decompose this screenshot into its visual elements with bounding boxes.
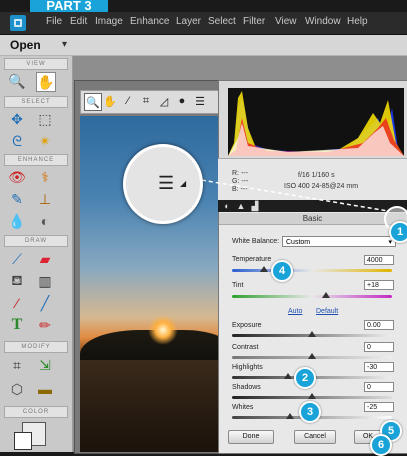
toolbox-section-draw: DRAW (4, 235, 68, 247)
color-picker-icon[interactable]: ⁄ (8, 294, 26, 312)
preferences-icon[interactable]: ☰ (192, 93, 208, 109)
white-balance-select[interactable]: Custom ▾ (282, 236, 396, 247)
tint-value-field[interactable]: +18 (364, 280, 394, 290)
straighten-icon[interactable]: ◿ (156, 93, 172, 109)
shadows-label: Shadows (232, 384, 261, 391)
highlights-value-field[interactable]: -30 (364, 362, 394, 372)
chevron-down-icon[interactable]: ▾ (62, 39, 67, 50)
content-aware-move-icon[interactable]: ⬡ (8, 380, 26, 398)
red-eye-icon[interactable]: ● (174, 93, 190, 109)
pencil-tool-icon[interactable]: ✏ (36, 316, 54, 334)
done-button[interactable]: Done (228, 430, 274, 444)
eraser-tool-icon[interactable]: ▰ (36, 250, 54, 268)
sponge-tool-icon[interactable]: ◐ (36, 212, 54, 230)
part-tab: PART 3 (30, 0, 108, 12)
menu-image[interactable]: Image (95, 16, 123, 27)
toolbox-section-enhance: ENHANCE (4, 154, 68, 166)
exposure-label: Exposure (232, 322, 262, 329)
hand-tool-icon[interactable]: ✋ (36, 72, 56, 92)
open-button[interactable]: Open (10, 38, 41, 52)
white-balance-value: Custom (286, 239, 311, 246)
gradient-tool-icon[interactable]: ▥ (36, 272, 54, 290)
hand-icon[interactable]: ✋ (102, 93, 118, 109)
menu-filter[interactable]: Filter (243, 16, 265, 27)
foreground-color-swatch[interactable] (14, 432, 32, 450)
tint-slider[interactable] (232, 295, 392, 298)
menu-help[interactable]: Help (347, 16, 368, 27)
tint-label: Tint (232, 282, 244, 289)
menu-window[interactable]: Window (305, 16, 341, 27)
menu-enhance[interactable]: Enhance (130, 16, 169, 27)
cancel-button[interactable]: Cancel (294, 430, 336, 444)
menu-layer[interactable]: Layer (176, 16, 201, 27)
temperature-value-field[interactable]: 4000 (364, 255, 394, 265)
menu-arrow-icon: ◢ (180, 179, 187, 188)
clone-stamp-icon[interactable]: ⊥ (36, 190, 54, 208)
callout-badge-3: 3 (299, 401, 321, 423)
whites-slider-handle[interactable] (286, 413, 294, 419)
lasso-tool-icon[interactable]: ᘓ (8, 132, 26, 150)
contrast-slider-handle[interactable] (308, 353, 316, 359)
callout-connector (194, 178, 389, 212)
white-balance-icon[interactable]: ⁄ (120, 93, 136, 109)
callout-badge-1: 1 (389, 221, 407, 243)
zoom-tool-icon[interactable]: 🔍 (8, 72, 26, 90)
callout-badge-6: 6 (370, 434, 392, 456)
contrast-value-field[interactable]: 0 (364, 342, 394, 352)
menu-view[interactable]: View (275, 16, 297, 27)
temperature-slider-handle[interactable] (260, 266, 268, 272)
contrast-label: Contrast (232, 344, 259, 351)
photo-field (80, 360, 228, 452)
toolbox-section-color: COLOR (4, 406, 68, 418)
highlights-label: Highlights (232, 364, 263, 371)
shadows-value-field[interactable]: 0 (364, 382, 394, 392)
callout-badge-4: 4 (271, 260, 293, 282)
whites-label: Whites (232, 404, 254, 411)
crop-tool-icon[interactable]: ⌗ (8, 356, 26, 374)
red-eye-tool-icon[interactable]: 👁 (8, 168, 26, 186)
tint-slider-handle[interactable] (322, 292, 330, 298)
whites-value-field[interactable]: -25 (364, 402, 394, 412)
photo-sun (148, 315, 178, 345)
magic-wand-icon[interactable]: ✴ (36, 132, 54, 150)
type-tool-icon[interactable]: T (8, 316, 26, 334)
menu-file[interactable]: File (46, 16, 62, 27)
callout-badge-2: 2 (294, 367, 316, 389)
brush-tool-icon[interactable]: ⟋ (8, 250, 26, 268)
toolbox-section-select: SELECT (4, 96, 68, 108)
toolbox-section-view: VIEW (4, 58, 68, 70)
exposure-slider-handle[interactable] (308, 331, 316, 337)
list-menu-icon: ☰ (158, 173, 175, 193)
menu-edit[interactable]: Edit (70, 16, 87, 27)
white-balance-label: White Balance: (232, 238, 280, 245)
recompose-tool-icon[interactable]: ⇲ (36, 356, 54, 374)
zoom-callout: ☰ ◢ (123, 144, 203, 224)
temperature-label: Temperature (232, 256, 272, 263)
app-logo-icon (10, 15, 26, 31)
zoom-icon[interactable]: 🔍 (84, 93, 102, 111)
highlights-slider-handle[interactable] (284, 373, 292, 379)
crop-icon[interactable]: ⌗ (138, 93, 154, 109)
toolbox-section-modify: MODIFY (4, 341, 68, 353)
custom-shape-icon[interactable]: ╱ (36, 294, 54, 312)
histogram (228, 88, 404, 156)
paint-bucket-icon[interactable]: ⛾ (8, 272, 26, 290)
shadows-slider-handle[interactable] (308, 393, 316, 399)
straighten-tool-icon[interactable]: ▬ (36, 380, 54, 398)
marquee-tool-icon[interactable]: ⬚ (36, 110, 54, 128)
default-link[interactable]: Default (316, 308, 338, 315)
healing-brush-icon[interactable]: ⚕ (36, 168, 54, 186)
blur-tool-icon[interactable]: 💧 (8, 212, 26, 230)
move-tool-icon[interactable]: ✥ (8, 110, 26, 128)
temperature-slider[interactable] (232, 269, 392, 272)
menu-select[interactable]: Select (208, 16, 236, 27)
auto-link[interactable]: Auto (288, 308, 302, 315)
exposure-value-field[interactable]: 0.00 (364, 320, 394, 330)
smart-brush-icon[interactable]: ✎ (8, 190, 26, 208)
